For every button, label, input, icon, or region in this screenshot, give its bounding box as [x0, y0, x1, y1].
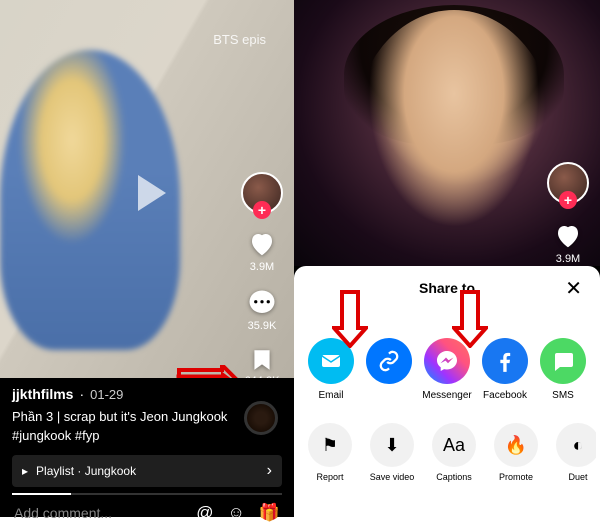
share-email-label: Email	[318, 390, 343, 401]
video-progress[interactable]	[12, 493, 282, 495]
playlist-label: Playlist · Jungkook	[36, 464, 136, 478]
date-separator: ·	[79, 386, 84, 402]
video-hashtags[interactable]: #jungkook #fyp	[12, 428, 282, 443]
sound-disc-icon[interactable]	[244, 401, 278, 435]
action-captions-label: Captions	[436, 472, 472, 482]
captions-icon: Aa	[432, 423, 476, 467]
share-facebook[interactable]: Facebook	[477, 338, 533, 401]
share-sms-label: SMS	[552, 390, 574, 401]
tiktok-share-screen: + 3.9M Share to ✕ Email Messenger	[294, 0, 600, 517]
share-messenger[interactable]: Messenger	[419, 338, 475, 401]
heart-icon-2	[553, 221, 583, 251]
fire-icon: 🔥	[494, 423, 538, 467]
video-subject-face	[354, 10, 554, 250]
chevron-right-icon: ›	[267, 462, 272, 480]
link-icon	[366, 338, 412, 384]
email-icon	[308, 338, 354, 384]
share-messenger-label: Messenger	[422, 390, 471, 401]
share-actions-row: ⚑Report ⬇Save video AaCaptions 🔥Promote …	[298, 411, 596, 482]
share-facebook-label: Facebook	[483, 390, 527, 401]
creator-avatar-2[interactable]: +	[547, 162, 589, 204]
action-duet-label: Duet	[568, 472, 587, 482]
playlist-icon: ▸	[22, 464, 28, 478]
video-info: jjkthfilms · 01-29 Phần 3 | scrap but it…	[10, 378, 284, 517]
facebook-icon	[482, 338, 528, 384]
tiktok-feed-screen: BTS epis + 3.9M 35.9K 644.2K 76.3K jjkth…	[0, 0, 294, 517]
messenger-icon	[424, 338, 470, 384]
follow-plus-icon-2[interactable]: +	[559, 191, 577, 209]
bookmark-icon	[249, 347, 275, 373]
action-captions[interactable]: Aa Captions	[426, 423, 482, 482]
gift-icon[interactable]: 🎁	[259, 503, 280, 523]
share-email[interactable]: Email	[303, 338, 359, 401]
emoji-icon[interactable]: ☺	[227, 503, 244, 523]
action-promote-label: Promote	[499, 472, 533, 482]
share-sms[interactable]: SMS	[535, 338, 591, 401]
comment-button[interactable]: 35.9K	[247, 288, 277, 332]
like-button[interactable]: 3.9M	[247, 229, 277, 273]
mention-icon[interactable]: @	[196, 503, 213, 523]
video-watermark: BTS epis	[213, 32, 266, 47]
creator-avatar[interactable]: +	[241, 172, 283, 214]
username[interactable]: jjkthfilms	[12, 386, 73, 402]
comment-icon	[247, 288, 277, 318]
action-rail-2: + 3.9M	[544, 162, 592, 265]
action-save-video[interactable]: ⬇ Save video	[364, 423, 420, 482]
share-sheet: Share to ✕ Email Messenger Facebook	[294, 266, 600, 517]
download-icon: ⬇	[370, 423, 414, 467]
video-caption[interactable]: Phần 3 | scrap but it's Jeon Jungkook	[12, 408, 282, 426]
action-report[interactable]: ⚑ Report	[302, 423, 358, 482]
playlist-bar[interactable]: ▸ Playlist · Jungkook ›	[12, 455, 282, 487]
comment-placeholder: Add comment...	[14, 505, 112, 521]
comment-count: 35.9K	[248, 320, 277, 332]
comment-input-bar[interactable]: Add comment... @ ☺ 🎁	[12, 495, 282, 531]
close-icon[interactable]: ✕	[565, 276, 582, 301]
heart-icon	[247, 229, 277, 259]
follow-plus-icon[interactable]: +	[253, 201, 271, 219]
like-count: 3.9M	[250, 261, 274, 273]
duet-icon: ◐	[556, 423, 596, 467]
share-sheet-title: Share to	[419, 280, 475, 296]
action-report-label: Report	[316, 472, 343, 482]
share-destinations-row: Email Messenger Facebook SMS	[298, 310, 596, 411]
like-button-2[interactable]: 3.9M	[553, 221, 583, 265]
sms-icon	[540, 338, 586, 384]
action-duet[interactable]: ◐ Duet	[550, 423, 596, 482]
play-icon[interactable]	[138, 175, 166, 211]
share-copy-link[interactable]	[361, 338, 417, 401]
like-count-2: 3.9M	[556, 253, 580, 265]
action-save-label: Save video	[370, 472, 415, 482]
action-promote[interactable]: 🔥 Promote	[488, 423, 544, 482]
post-date: 01-29	[90, 387, 123, 402]
flag-icon: ⚑	[308, 423, 352, 467]
